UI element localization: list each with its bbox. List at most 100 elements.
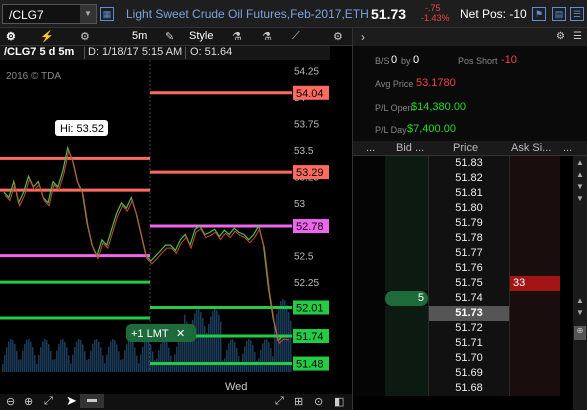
style-button[interactable]: Style [189,30,213,42]
col-header-bid[interactable]: Bid ... [396,142,424,154]
price-chart[interactable]: 54.255453.7553.553.255352.7552.552.25525… [0,60,352,396]
gear-icon[interactable]: ⚙ [333,30,343,43]
bid-cell[interactable] [385,171,428,186]
scroll-down-icon[interactable]: ▼ [576,194,584,203]
scroll-up-icon[interactable]: ▲ [576,158,584,167]
price-cell[interactable]: 51.70 [428,351,510,366]
bid-cell[interactable] [385,261,428,276]
price-cell[interactable]: 51.81 [428,186,510,201]
ask-cell[interactable] [510,321,560,336]
ladder-scrollbar[interactable]: ▲ ▲ ▼ ▼ ▲ ▼ ⊕ [573,156,587,410]
bid-cell[interactable] [385,336,428,351]
chart-type-icon[interactable]: ⚡ [40,30,54,43]
bid-cell[interactable] [385,351,428,366]
ask-cell[interactable] [510,216,560,231]
ladder-row[interactable]: 51.71 [353,336,573,351]
ladder-row[interactable]: 51.72 [353,321,573,336]
settings-icon[interactable]: ☰ [570,7,584,21]
ladder-row[interactable]: 51.81 [353,186,573,201]
order-marker[interactable]: +1 LMT ✕ [126,324,196,342]
price-cell[interactable]: 51.75 [428,276,510,291]
bid-cell[interactable] [385,201,428,216]
ask-cell[interactable] [510,246,560,261]
zoom-icon[interactable]: ⊙ [314,395,323,408]
studies-icon[interactable]: ⚗ [232,30,242,43]
ladder-row[interactable]: 51.70 [353,351,573,366]
price-cell[interactable]: 51.77 [428,246,510,261]
price-cell[interactable]: 51.80 [428,201,510,216]
price-cell[interactable]: 51.71 [428,336,510,351]
bid-cell[interactable] [385,366,428,381]
col-header-ask[interactable]: Ask Si... [511,142,551,154]
center-icon[interactable]: ⊕ [574,326,586,340]
ladder-row[interactable]: 51.83 [353,156,573,171]
price-cell[interactable]: 51.83 [428,156,510,171]
ask-cell[interactable] [510,381,560,396]
menu-icon[interactable]: ☰ [573,31,582,42]
ladder-row[interactable]: 51.79 [353,216,573,231]
ladder-row[interactable]: 51.69 [353,366,573,381]
ladder-row[interactable]: 51.75 33 [353,276,573,291]
settings-icon[interactable]: ⚙ [556,31,565,42]
symbol-input[interactable]: /CLG7 ▼ [2,4,97,24]
ask-cell[interactable] [510,351,560,366]
bid-cell[interactable] [385,156,428,171]
ladder-row[interactable]: 51.80 [353,201,573,216]
col-header-dots[interactable]: ... [366,142,375,154]
gear-icon[interactable]: ⚙ [6,30,16,43]
price-cell[interactable]: 51.72 [428,321,510,336]
ask-cell[interactable] [510,261,560,276]
ask-cell[interactable] [510,186,560,201]
expand-icon[interactable]: ⤢ [275,395,284,408]
ladder-row[interactable]: 51.82 [353,171,573,186]
bid-cell[interactable] [385,216,428,231]
price-cell[interactable]: 51.74 [428,291,510,306]
price-cell[interactable]: 51.82 [428,171,510,186]
price-cell[interactable]: 51.79 [428,216,510,231]
calendar-icon[interactable]: ▤ [552,7,566,21]
scroll-up-icon[interactable]: ▲ [576,170,584,179]
price-cell[interactable]: 51.78 [428,231,510,246]
bid-cell[interactable] [385,246,428,261]
flag-icon[interactable]: ⚑ [532,7,546,21]
ladder-row[interactable]: 51.68 [353,381,573,396]
ladder-row[interactable]: 5 51.74 [353,291,573,306]
chevron-down-icon[interactable]: ▼ [80,5,96,23]
ask-cell[interactable] [510,156,560,171]
bid-cell[interactable] [385,306,428,321]
crosshair-icon[interactable]: ⊞ [294,395,303,408]
link-icon[interactable]: ▦ [100,7,114,21]
ladder-row[interactable]: 51.77 [353,246,573,261]
zoom-out-icon[interactable]: ⊖ [6,395,15,408]
price-cell[interactable]: 51.69 [428,366,510,381]
gear-icon[interactable]: ⚙ [80,30,90,43]
drawing-icon[interactable]: ✎ [165,30,174,43]
ask-cell[interactable]: 33 [510,276,560,291]
col-header-price[interactable]: Price [453,142,478,154]
price-cell[interactable]: 51.68 [428,381,510,396]
ladder-row[interactable]: 51.76 [353,261,573,276]
ladder-row[interactable]: 51.73 [353,306,573,321]
chevron-right-icon[interactable]: › [361,30,365,44]
flask-icon[interactable]: ⚗ [262,30,272,43]
zoom-in-icon[interactable]: ⊕ [24,395,33,408]
price-cell[interactable]: 51.73 [428,306,510,321]
timeframe-button[interactable]: 5m [132,30,147,42]
ask-cell[interactable] [510,336,560,351]
ask-cell[interactable] [510,171,560,186]
scroll-to-end-icon[interactable]: ▬ [80,394,104,408]
expand-icon[interactable]: ◧ [334,395,344,408]
bid-cell[interactable] [385,276,428,291]
order-cancel-icon[interactable]: ✕ [176,328,185,340]
ask-cell[interactable] [510,201,560,216]
col-header-dots-2[interactable]: ... [563,142,572,154]
scroll-up-icon[interactable]: ▲ [576,296,584,305]
bid-cell[interactable]: 5 [385,291,428,306]
expand-icon[interactable]: ⤢ [44,395,53,408]
ask-cell[interactable] [510,366,560,381]
cursor-icon[interactable]: ➤ [66,393,77,409]
pattern-icon[interactable]: ⟋ [292,30,300,43]
ladder-row[interactable]: 51.78 [353,231,573,246]
ask-cell[interactable] [510,231,560,246]
bid-cell[interactable] [385,231,428,246]
